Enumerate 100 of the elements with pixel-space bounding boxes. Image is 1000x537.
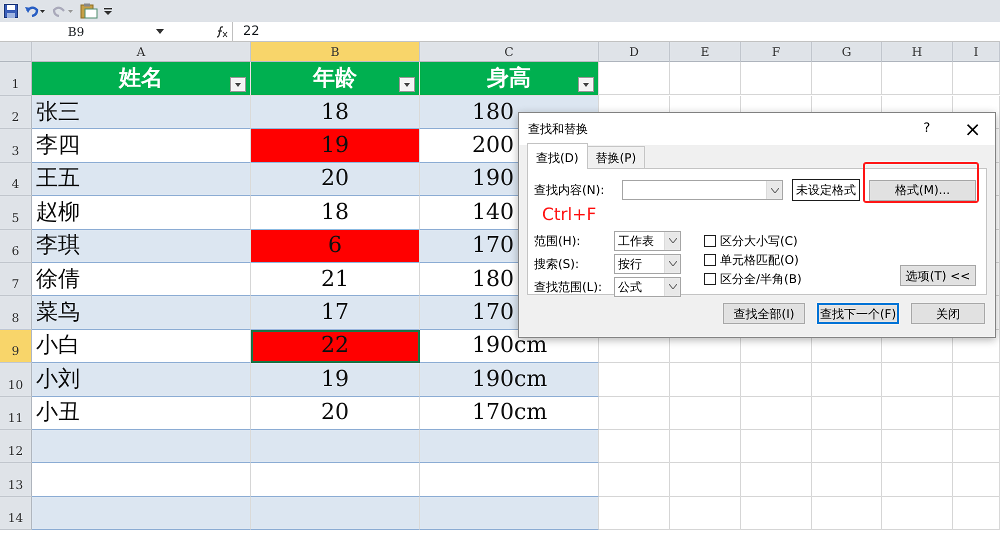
field-label: 范围(H): xyxy=(534,232,582,250)
empty-cell xyxy=(812,496,882,530)
row-header[interactable]: 13 xyxy=(0,463,32,497)
row-header[interactable]: 5 xyxy=(0,196,32,230)
empty-cell xyxy=(599,396,670,430)
column-header[interactable]: F xyxy=(741,42,812,62)
column-title: 年龄 xyxy=(251,62,420,96)
empty-cell xyxy=(953,430,1000,464)
empty-cell xyxy=(599,463,670,497)
filter-button[interactable] xyxy=(399,77,415,92)
table-cell: 190cm xyxy=(420,363,599,397)
empty-cell xyxy=(741,363,812,397)
dialog-tab[interactable]: 替换(P) xyxy=(586,146,646,169)
table-cell: 19 xyxy=(251,129,420,163)
row-header[interactable]: 11 xyxy=(0,396,32,430)
filter-button[interactable] xyxy=(230,77,246,92)
column-header[interactable]: E xyxy=(670,42,741,62)
checkbox-label: 单元格匹配(O) xyxy=(720,252,799,268)
checkbox[interactable] xyxy=(704,272,716,284)
empty-cell xyxy=(741,396,812,430)
row-header[interactable]: 14 xyxy=(0,496,32,530)
column-header[interactable]: D xyxy=(599,42,670,62)
empty-cell xyxy=(812,396,882,430)
row-header[interactable]: 3 xyxy=(0,129,32,163)
empty-cell xyxy=(670,496,741,530)
empty-cell xyxy=(953,363,1000,397)
column-header[interactable]: C xyxy=(420,42,599,62)
options-button[interactable]: 选项(T) << xyxy=(900,265,976,286)
row-header[interactable]: 12 xyxy=(0,430,32,464)
checkbox[interactable] xyxy=(704,234,716,246)
select-field[interactable]: 按行 xyxy=(614,254,681,274)
table-cell: 19 xyxy=(251,363,420,397)
table-cell: 菜鸟 xyxy=(32,296,251,330)
column-header[interactable]: H xyxy=(882,42,953,62)
empty-cell xyxy=(953,396,1000,430)
save-icon[interactable] xyxy=(4,4,18,18)
dropdown-arrow-icon[interactable] xyxy=(156,29,164,34)
select-field[interactable]: 工作表 xyxy=(614,230,681,250)
table-cell: 王五 xyxy=(32,162,251,196)
empty-cell xyxy=(741,430,812,464)
empty-cell xyxy=(882,363,953,397)
shortcut-annotation: Ctrl+F xyxy=(542,204,596,227)
dialog-button[interactable]: 查找全部(I) xyxy=(723,303,805,324)
row-header[interactable]: 8 xyxy=(0,296,32,330)
dialog-button[interactable]: 关闭 xyxy=(911,303,985,324)
table-cell: 小刘 xyxy=(32,363,251,397)
column-title: 身高 xyxy=(420,62,599,96)
row-header[interactable]: 4 xyxy=(0,162,32,196)
find-input[interactable] xyxy=(622,180,783,200)
empty-cell xyxy=(953,463,1000,497)
dialog-button[interactable]: 查找下一个(F) xyxy=(817,303,899,324)
name-box-value: B9 xyxy=(68,24,84,40)
table-cell: 22 xyxy=(251,330,420,364)
checkbox-label: 区分大小写(C) xyxy=(720,232,798,250)
table-cell: 李琪 xyxy=(32,230,251,263)
empty-cell xyxy=(882,496,953,530)
table-cell: 18 xyxy=(251,96,420,130)
checkbox[interactable] xyxy=(704,254,716,266)
format-preview: 未设定格式 xyxy=(792,179,860,201)
column-header[interactable]: G xyxy=(812,42,882,62)
empty-cell xyxy=(812,430,882,464)
select-field[interactable]: 公式 xyxy=(614,276,681,296)
row-header[interactable]: 6 xyxy=(0,230,32,263)
empty-cell xyxy=(812,363,882,397)
column-header[interactable]: B xyxy=(251,42,420,62)
empty-cell xyxy=(670,430,741,464)
table-cell: 6 xyxy=(251,230,420,263)
table-cell: 17 xyxy=(251,296,420,330)
empty-cell xyxy=(953,496,1000,530)
customize-toolbar-icon[interactable] xyxy=(104,6,112,16)
row-header[interactable]: 1 xyxy=(0,62,32,96)
dialog-tab[interactable]: 查找(D) xyxy=(527,143,588,169)
empty-cell xyxy=(741,496,812,530)
empty-cell xyxy=(882,430,953,464)
filter-button[interactable] xyxy=(578,77,594,92)
row-header[interactable]: 10 xyxy=(0,363,32,397)
column-title: 姓名 xyxy=(32,62,251,96)
redo-icon xyxy=(52,4,74,18)
empty-cell xyxy=(670,463,741,497)
checkbox-label: 区分全/半角(B) xyxy=(720,270,802,288)
name-box[interactable]: B9 xyxy=(0,22,152,40)
table-cell: 张三 xyxy=(32,96,251,130)
function-icon[interactable] xyxy=(214,26,228,38)
undo-icon[interactable] xyxy=(24,4,46,18)
empty-cell xyxy=(670,363,741,397)
paste-icon[interactable] xyxy=(80,3,98,19)
column-header[interactable]: I xyxy=(953,42,1000,62)
empty-cell xyxy=(882,396,953,430)
format-button[interactable]: 格式(M)... xyxy=(869,180,976,200)
empty-cell xyxy=(741,463,812,497)
help-button[interactable]: ? xyxy=(923,119,930,139)
table-cell: 20 xyxy=(251,162,420,196)
close-button[interactable]: × xyxy=(964,114,981,144)
empty-cell xyxy=(882,463,953,497)
row-header[interactable]: 7 xyxy=(0,262,32,296)
column-header[interactable]: A xyxy=(32,42,251,62)
empty-cell xyxy=(670,396,741,430)
empty-cell xyxy=(812,463,882,497)
row-header[interactable]: 9 xyxy=(0,330,32,364)
row-header[interactable]: 2 xyxy=(0,96,32,130)
